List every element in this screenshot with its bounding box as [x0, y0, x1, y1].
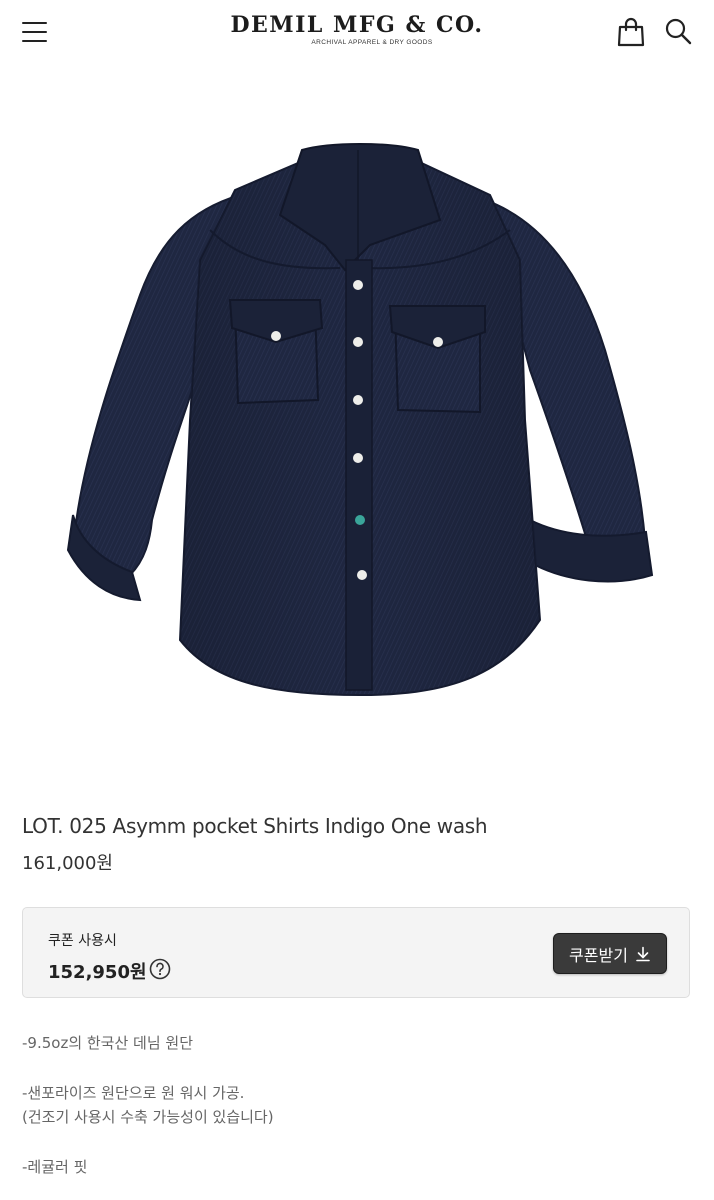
placket: [345, 259, 373, 691]
snap-button-accent: [355, 515, 365, 525]
download-icon: [636, 946, 650, 961]
product-price: 161,000원: [22, 853, 113, 874]
description-line: -9.5oz의 한국산 데님 원단: [22, 1034, 194, 1052]
brand-logo[interactable]: DEMIL MFG & CO. ARCHIVAL APPAREL & DRY G…: [0, 12, 714, 47]
shopping-bag-icon[interactable]: [617, 17, 645, 47]
snap-button: [353, 280, 363, 290]
coupon-price: 152,950원: [48, 962, 147, 983]
help-icon[interactable]: [149, 958, 171, 980]
snap-button: [353, 337, 363, 347]
product-image[interactable]: [40, 120, 680, 720]
coupon-label: 쿠폰 사용시: [48, 933, 117, 949]
snap-button: [353, 395, 363, 405]
coupon-box: 쿠폰 사용시 152,950원 쿠폰받기: [22, 907, 690, 998]
top-header: DEMIL MFG & CO. ARCHIVAL APPAREL & DRY G…: [0, 0, 714, 64]
brand-name: DEMIL MFG & CO.: [230, 12, 484, 38]
get-coupon-button[interactable]: 쿠폰받기: [553, 933, 667, 974]
snap-button: [353, 453, 363, 463]
snap-button: [357, 570, 367, 580]
product-title: LOT. 025 Asymm pocket Shirts Indigo One …: [22, 814, 488, 838]
description-line: (건조기 사용시 수축 가능성이 있습니다): [22, 1108, 274, 1126]
search-icon[interactable]: [664, 17, 692, 45]
description-line: -샌포라이즈 원단으로 원 워시 가공.: [22, 1084, 245, 1102]
get-coupon-label: 쿠폰받기: [569, 945, 628, 965]
brand-tagline: ARCHIVAL APPAREL & DRY GOODS: [311, 39, 433, 46]
snap-button: [433, 337, 443, 347]
description-line: -레귤러 핏: [22, 1158, 88, 1176]
snap-button: [271, 331, 281, 341]
